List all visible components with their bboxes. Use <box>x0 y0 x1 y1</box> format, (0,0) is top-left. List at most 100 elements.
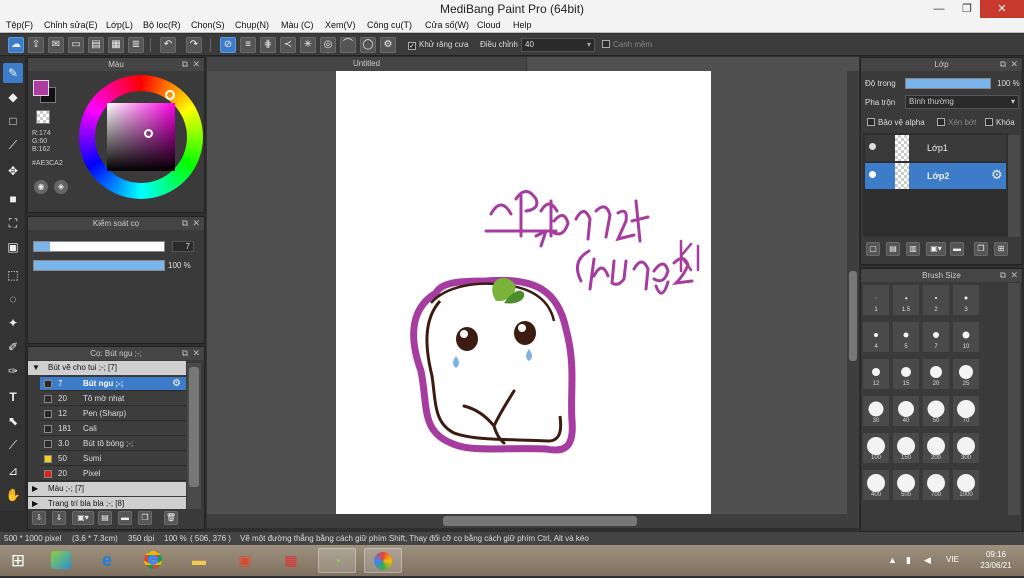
hand-tool-icon[interactable]: ✋ <box>3 485 23 505</box>
saturation-value-box[interactable] <box>107 103 175 171</box>
language-indicator[interactable]: VIE <box>946 555 959 564</box>
new-layer-8bit-icon[interactable]: ▤ <box>886 242 900 256</box>
folder-icon[interactable]: ▬ <box>950 242 964 256</box>
soft-edge-checkbox[interactable]: Canh mềm <box>602 40 652 49</box>
rect-select-tool-icon[interactable]: □ <box>3 111 23 131</box>
comment-icon[interactable]: ✉ <box>48 37 64 53</box>
brush-item[interactable]: 50 Sumi <box>40 452 186 466</box>
brush-list-scrollbar[interactable] <box>187 363 201 509</box>
close-icon[interactable]: ✕ <box>192 347 200 360</box>
layer-row-1[interactable]: Lớp1 <box>865 135 1006 161</box>
brush-size-scrollbar[interactable] <box>1008 283 1020 515</box>
protect-alpha-checkbox[interactable]: Bảo vệ alpha <box>867 118 925 127</box>
transparent-swatch[interactable] <box>36 110 50 124</box>
copy-icon[interactable]: ❐ <box>138 511 152 525</box>
medibang-icon[interactable] <box>364 548 402 573</box>
hue-wheel[interactable] <box>79 75 203 199</box>
gear-icon[interactable]: ⚙ <box>172 377 181 391</box>
brush-group-decor[interactable]: ▶ Trang trí bla bla ;-; [8] <box>28 497 186 509</box>
brush-item[interactable]: 3.0 Bút tô bóng ;-; <box>40 437 186 451</box>
brush-size-cell[interactable]: 500 <box>892 469 920 501</box>
clock[interactable]: 09:16 23/06/21 <box>976 549 1016 571</box>
layer-menu-icon[interactable]: ▣▾ <box>926 242 946 256</box>
brush-item[interactable]: 20 Tô mờ nhạt <box>40 392 186 406</box>
menu-help[interactable]: Help <box>513 20 532 30</box>
copy-layer-icon[interactable]: ❐ <box>974 242 988 256</box>
clipping-checkbox[interactable]: Xén bớt <box>937 118 976 127</box>
brush-item[interactable]: 12 Pen (Sharp) <box>40 407 186 421</box>
bucket-tool-icon[interactable]: ⛶ <box>3 213 23 233</box>
dot-tool-icon[interactable]: ⟋ <box>3 135 23 155</box>
brush-size-cell[interactable]: 400 <box>862 469 890 501</box>
menu-cloud[interactable]: Cloud <box>477 20 501 30</box>
close-icon[interactable]: ✕ <box>192 217 200 230</box>
select-eraser-tool-icon[interactable]: ✑ <box>3 361 23 381</box>
brush-size-cell[interactable]: 2 <box>922 284 950 316</box>
eyedropper-tool-icon[interactable]: ⊿ <box>3 461 23 481</box>
download-icon[interactable]: ⇓ <box>52 511 66 525</box>
brush-size-cell[interactable]: 15 <box>892 358 920 390</box>
operation-tool-icon[interactable]: ⬉ <box>3 411 23 431</box>
drawing-canvas[interactable] <box>336 71 711 515</box>
brush-size-cell[interactable]: 1.5 <box>892 284 920 316</box>
brush-size-cell[interactable]: 7 <box>922 321 950 353</box>
brush-size-cell[interactable]: 40 <box>892 395 920 427</box>
settings-icon[interactable]: ⚙ <box>380 37 396 53</box>
concentric-icon[interactable]: ◎ <box>320 37 336 53</box>
select-pen-tool-icon[interactable]: ✐ <box>3 337 23 357</box>
palette-icon[interactable]: ◉ <box>34 180 48 194</box>
brush-size-cell[interactable]: 70 <box>952 395 980 427</box>
brush-size-cell[interactable]: 200 <box>922 432 950 464</box>
brush-item-selected[interactable]: 7 Bút ngu ;-; ⚙ <box>40 377 186 391</box>
close-icon[interactable]: ✕ <box>192 58 200 71</box>
blend-mode-select[interactable]: Bình thường ▾ <box>905 95 1019 109</box>
brush-group-color[interactable]: ▶ Màu ;-; [7] <box>28 482 186 496</box>
select-tool-icon[interactable]: ⬚ <box>3 265 23 285</box>
eye-icon[interactable] <box>869 143 876 150</box>
office-icon[interactable]: ▣ <box>226 548 264 573</box>
float-icon[interactable]: ⧉ <box>182 58 188 71</box>
menu-edit[interactable]: Chỉnh sửa(E) <box>44 20 98 30</box>
radial-line-icon[interactable]: ✳ <box>300 37 316 53</box>
parallel-snap-icon[interactable]: ≡ <box>240 37 256 53</box>
layer-opacity-slider[interactable] <box>905 78 991 89</box>
gear-icon[interactable]: ⚙ <box>991 167 1003 183</box>
brush-size-cell[interactable]: 10 <box>952 321 980 353</box>
internet-explorer-icon[interactable]: e <box>88 548 126 573</box>
float-icon[interactable]: ⧉ <box>1000 269 1006 282</box>
redo-icon[interactable]: ↷ <box>186 37 202 53</box>
hue-picker-handle[interactable] <box>165 90 175 100</box>
menu-file[interactable]: Tệp(F) <box>6 20 33 30</box>
brush-tool-icon[interactable]: ✎ <box>3 63 23 83</box>
new-layer-icon[interactable]: ▢ <box>866 242 880 256</box>
brush-menu-icon[interactable]: ▣▾ <box>72 511 94 525</box>
new-layer-1bit-icon[interactable]: ▥ <box>906 242 920 256</box>
network-icon[interactable]: ▮ <box>906 555 911 566</box>
layer-row-2-selected[interactable]: Lớp2 ⚙ <box>865 163 1006 189</box>
merge-layer-icon[interactable]: ⊞ <box>994 242 1008 256</box>
menu-filter[interactable]: Bộ lọc(R) <box>143 20 181 30</box>
tray-up-icon[interactable]: ▲ <box>888 555 897 565</box>
list-icon[interactable]: ≣ <box>128 37 144 53</box>
brush-size-cell[interactable]: 700 <box>922 469 950 501</box>
brush-size-cell[interactable]: 30 <box>862 395 890 427</box>
minimize-button[interactable]: — <box>925 0 953 18</box>
lasso-tool-icon[interactable]: ◌ <box>3 289 23 309</box>
cloud-icon[interactable]: ☁ <box>8 37 24 53</box>
windows-start-icon[interactable]: ⊞ <box>4 548 32 573</box>
gradient-tool-icon[interactable]: ▣ <box>3 237 23 257</box>
float-icon[interactable]: ⧉ <box>182 347 188 360</box>
maximize-button[interactable]: ❐ <box>953 0 981 18</box>
bluestacks-icon[interactable] <box>42 548 80 573</box>
brush-item[interactable]: 20 Pixel <box>40 467 186 481</box>
brush-size-cell[interactable]: 20 <box>922 358 950 390</box>
share-icon[interactable]: ⇪ <box>28 37 44 53</box>
brush-size-cell[interactable]: 300 <box>952 432 980 464</box>
magic-wand-tool-icon[interactable]: ✦ <box>3 313 23 333</box>
curve-snap-icon[interactable]: ⌒ <box>340 37 356 53</box>
document-tab[interactable]: Untitled <box>207 57 527 71</box>
text-tool-icon[interactable]: T <box>3 387 23 407</box>
brush-size-cell[interactable]: 5 <box>892 321 920 353</box>
primary-color-swatch[interactable] <box>33 80 49 96</box>
snap-off-icon[interactable]: ⊘ <box>220 37 236 53</box>
